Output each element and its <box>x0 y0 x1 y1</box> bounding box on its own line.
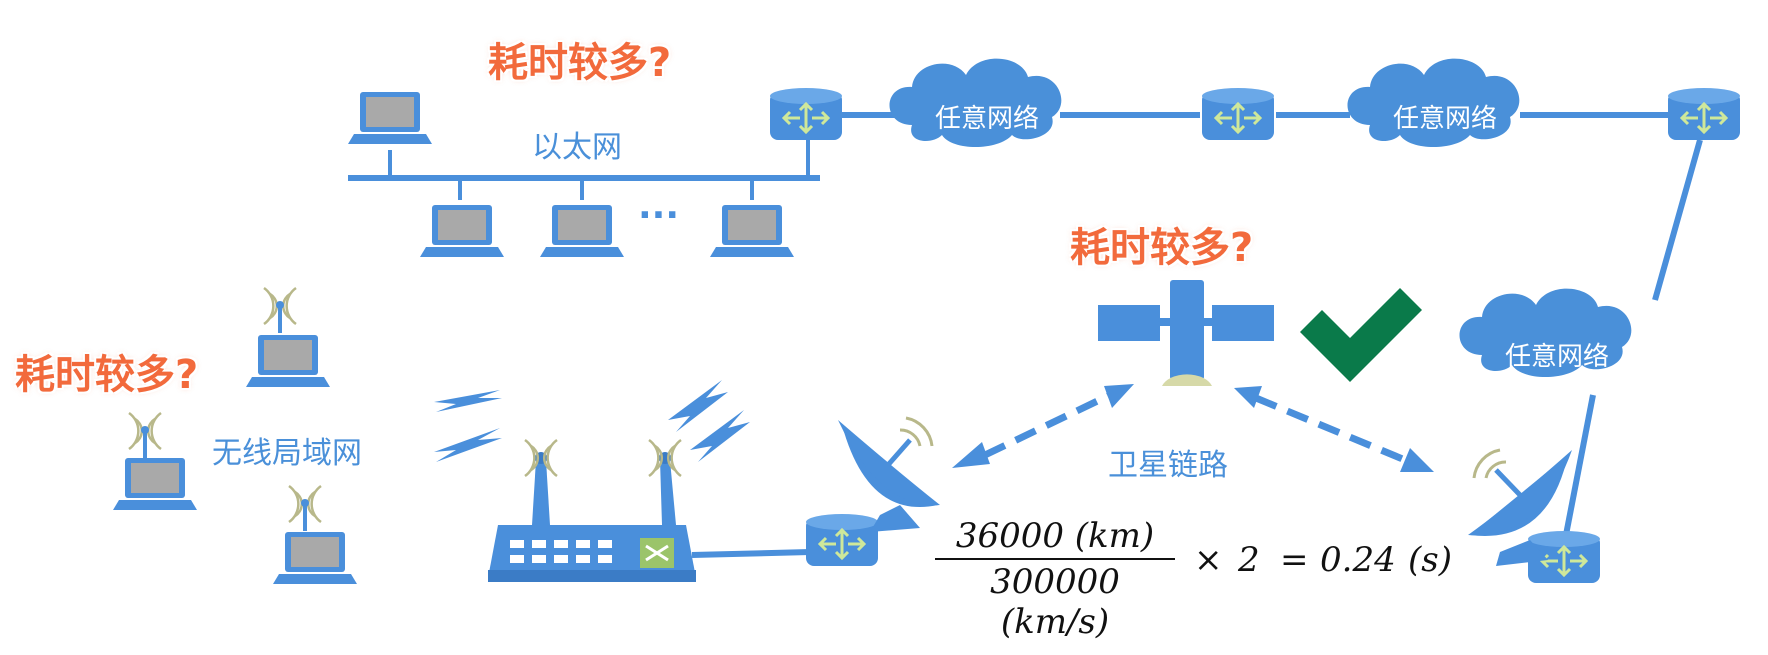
wireless-laptop <box>273 484 357 584</box>
router-icon <box>1666 86 1742 142</box>
formula-numerator: 36000 (km) <box>955 516 1155 556</box>
formula-equals: = <box>1280 540 1309 580</box>
wlan-label: 无线局域网 <box>212 436 362 471</box>
question-label-wlan: 耗时较多? <box>15 352 199 398</box>
formula-times: × <box>1194 540 1223 580</box>
router-icon <box>804 512 880 568</box>
wireless-signal-icon <box>434 380 750 462</box>
question-label-ethernet: 耗时较多? <box>488 40 672 86</box>
check-icon <box>1300 288 1422 382</box>
laptop-icon <box>348 92 432 144</box>
formula-factor: 2 <box>1238 540 1260 580</box>
wireless-access-point-icon <box>488 438 696 582</box>
laptop-icon <box>420 205 504 257</box>
cloud-label: 任意网络 <box>1505 342 1610 372</box>
formula-denominator: 300000 (km/s) <box>990 562 1120 642</box>
cloud-label: 任意网络 <box>935 104 1040 134</box>
formula-result: 0.24 <box>1320 540 1396 580</box>
wireless-laptop <box>113 411 197 510</box>
network-diagram <box>113 58 1742 585</box>
formula-fraction: 36000 (km) 300000 (km/s) <box>935 516 1175 642</box>
satellite-link-label: 卫星链路 <box>1108 448 1228 483</box>
ellipsis: ··· <box>638 195 680 236</box>
satellite-icon <box>1098 280 1274 386</box>
wireless-laptop <box>246 286 330 387</box>
fraction-bar <box>935 558 1175 560</box>
formula-unit: (s) <box>1408 540 1452 580</box>
laptop-icon <box>710 205 794 257</box>
router-icon <box>1200 86 1276 142</box>
ethernet-label: 以太网 <box>532 130 622 165</box>
cloud-label: 任意网络 <box>1393 104 1498 134</box>
laptop-icon <box>540 205 624 257</box>
question-label-satellite: 耗时较多? <box>1070 225 1254 271</box>
router-icon <box>768 86 844 142</box>
